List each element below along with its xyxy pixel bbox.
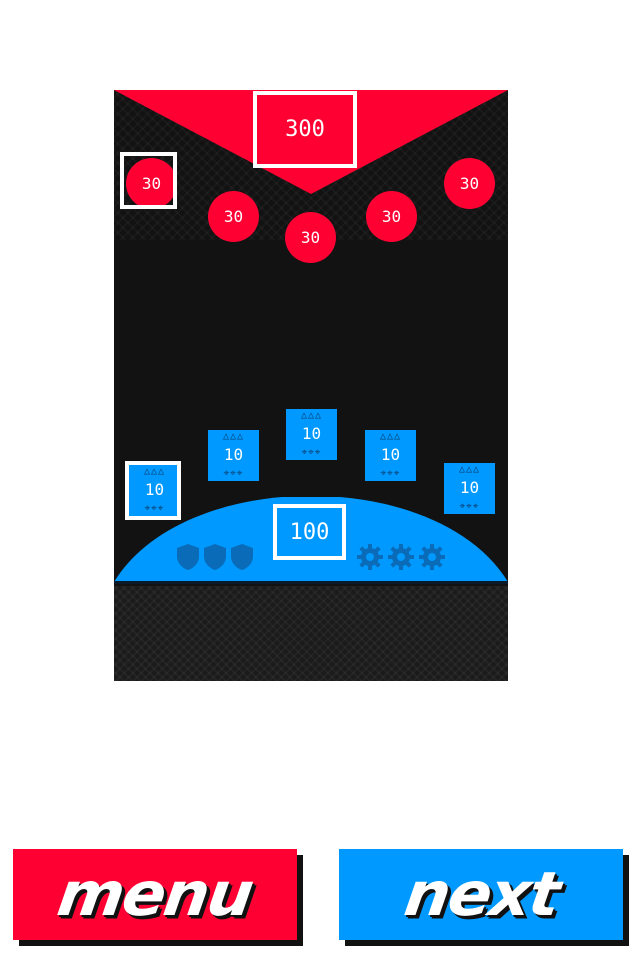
unit-target-icons: ⌖⌖⌖	[301, 447, 322, 458]
enemy-score: 300	[253, 91, 357, 168]
unit-attack-icons: △△△	[379, 431, 402, 442]
menu-button-label: menu	[53, 859, 257, 930]
gear-icon	[388, 544, 414, 570]
unit-value: 10	[301, 424, 322, 443]
game-screen: 300 30 30 30 30 30 100 △△△ 10 ⌖⌖⌖ △△△ 10…	[0, 0, 640, 960]
player-unit[interactable]: △△△ 10 ⌖⌖⌖	[365, 430, 416, 481]
enemy-unit[interactable]: 30	[366, 191, 417, 242]
enemy-unit[interactable]: 30	[444, 158, 495, 209]
gear-group	[356, 543, 446, 571]
unit-attack-icons: △△△	[222, 431, 245, 442]
shield-icon	[204, 544, 226, 570]
shield-group	[176, 543, 254, 571]
next-button-label: next	[399, 859, 563, 930]
game-board: 300 30 30 30 30 30 100 △△△ 10 ⌖⌖⌖ △△△ 10…	[114, 90, 508, 681]
unit-value: 10	[459, 478, 480, 497]
shield-icon	[177, 544, 199, 570]
gear-icon	[357, 544, 383, 570]
next-button[interactable]: next	[339, 849, 623, 940]
unit-attack-icons: △△△	[458, 464, 481, 475]
gear-icon	[419, 544, 445, 570]
unit-target-icons: ⌖⌖⌖	[459, 501, 480, 512]
player-unit[interactable]: △△△ 10 ⌖⌖⌖	[444, 463, 495, 514]
unit-value: 10	[223, 445, 244, 464]
board-footer	[114, 586, 508, 681]
unit-target-icons: ⌖⌖⌖	[380, 468, 401, 479]
shield-icon	[231, 544, 253, 570]
menu-button[interactable]: menu	[13, 849, 297, 940]
enemy-unit[interactable]: 30	[285, 212, 336, 263]
enemy-selection-frame	[120, 152, 177, 209]
player-selection-frame	[125, 461, 181, 520]
player-unit[interactable]: △△△ 10 ⌖⌖⌖	[286, 409, 337, 460]
player-unit[interactable]: △△△ 10 ⌖⌖⌖	[208, 430, 259, 481]
unit-value: 10	[380, 445, 401, 464]
unit-target-icons: ⌖⌖⌖	[223, 468, 244, 479]
unit-attack-icons: △△△	[300, 410, 323, 421]
enemy-unit[interactable]: 30	[208, 191, 259, 242]
player-score: 100	[273, 504, 346, 560]
